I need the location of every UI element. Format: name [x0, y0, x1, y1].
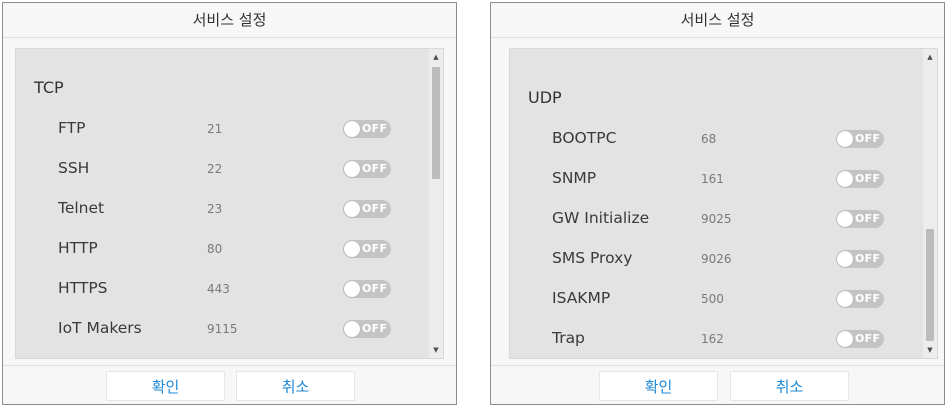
service-settings-dialog-udp: 서비스 설정 UDP BOOTPC 68 OFF SNMP 161 OFF GW… — [490, 2, 945, 405]
service-row-telnet: Telnet 23 OFF — [16, 197, 431, 221]
service-toggle-bootpc[interactable]: OFF — [836, 130, 884, 148]
toggle-state-label: OFF — [362, 122, 388, 135]
service-port: 9026 — [701, 252, 732, 266]
toggle-knob — [344, 121, 360, 137]
toggle-state-label: OFF — [855, 132, 881, 145]
toggle-knob — [344, 241, 360, 257]
toggle-state-label: OFF — [362, 322, 388, 335]
service-toggle-trap[interactable]: OFF — [836, 330, 884, 348]
service-row-isakmp: ISAKMP 500 OFF — [510, 287, 925, 311]
vertical-scrollbar[interactable]: ▲ ▼ — [923, 49, 937, 358]
service-port: 162 — [701, 332, 724, 346]
service-toggle-http[interactable]: OFF — [343, 240, 391, 258]
scroll-thumb[interactable] — [926, 229, 934, 341]
toggle-state-label: OFF — [362, 282, 388, 295]
service-toggle-sms-proxy[interactable]: OFF — [836, 250, 884, 268]
service-name: Telnet — [58, 199, 105, 217]
service-port: 443 — [207, 282, 230, 296]
service-list-panel[interactable]: UDP BOOTPC 68 OFF SNMP 161 OFF GW Initia… — [509, 48, 938, 359]
dialog-title: 서비스 설정 — [3, 3, 456, 38]
service-port: 68 — [701, 132, 717, 146]
service-name: FTP — [58, 119, 86, 137]
service-toggle-gw-initialize[interactable]: OFF — [836, 210, 884, 228]
service-name: SSH — [58, 159, 90, 177]
service-toggle-isakmp[interactable]: OFF — [836, 290, 884, 308]
group-title-tcp: TCP — [34, 78, 64, 97]
scroll-down-arrow-icon[interactable]: ▼ — [429, 343, 443, 357]
toggle-knob — [837, 291, 853, 307]
service-row-iot-makers: IoT Makers 9115 OFF — [16, 317, 431, 341]
toggle-state-label: OFF — [362, 242, 388, 255]
toggle-knob — [837, 211, 853, 227]
dialog-footer: 확인 취소 — [3, 365, 456, 406]
toggle-knob — [344, 321, 360, 337]
service-list-panel[interactable]: TCP FTP 21 OFF SSH 22 OFF Telnet 23 OFF … — [15, 48, 444, 359]
service-name: GW Initialize — [552, 209, 650, 227]
toggle-state-label: OFF — [362, 162, 388, 175]
service-port: 9115 — [207, 322, 238, 336]
toggle-knob — [344, 281, 360, 297]
service-name: HTTPS — [58, 279, 108, 297]
dialog-title: 서비스 설정 — [491, 3, 944, 38]
service-name: SMS Proxy — [552, 249, 633, 267]
confirm-button[interactable]: 확인 — [599, 371, 718, 401]
toggle-knob — [344, 161, 360, 177]
service-port: 80 — [207, 242, 223, 256]
service-row-bootpc: BOOTPC 68 OFF — [510, 127, 925, 151]
service-row-snmp: SNMP 161 OFF — [510, 167, 925, 191]
toggle-state-label: OFF — [855, 172, 881, 185]
service-settings-dialog-tcp: 서비스 설정 TCP FTP 21 OFF SSH 22 OFF Telnet … — [2, 2, 457, 405]
confirm-button[interactable]: 확인 — [106, 371, 225, 401]
service-port: 23 — [207, 202, 223, 216]
service-row-ssh: SSH 22 OFF — [16, 157, 431, 181]
scroll-down-arrow-icon[interactable]: ▼ — [923, 343, 937, 357]
toggle-state-label: OFF — [855, 252, 881, 265]
service-row-https: HTTPS 443 OFF — [16, 277, 431, 301]
scroll-up-arrow-icon[interactable]: ▲ — [923, 50, 937, 64]
cancel-button[interactable]: 취소 — [730, 371, 849, 401]
service-name: SNMP — [552, 169, 597, 187]
service-row-partial — [16, 355, 431, 359]
toggle-state-label: OFF — [855, 332, 881, 345]
service-port: 21 — [207, 122, 223, 136]
dialog-footer: 확인 취소 — [491, 365, 944, 406]
service-port: 22 — [207, 162, 223, 176]
scroll-thumb[interactable] — [432, 67, 440, 179]
service-name: IoT Makers — [58, 319, 142, 337]
service-name: HTTP — [58, 239, 98, 257]
screen: 서비스 설정 TCP FTP 21 OFF SSH 22 OFF Telnet … — [0, 0, 947, 408]
toggle-knob — [837, 131, 853, 147]
group-title-udp: UDP — [528, 88, 562, 107]
service-port: 500 — [701, 292, 724, 306]
service-row-trap: Trap 162 OFF — [510, 327, 925, 351]
service-row-ftp: FTP 21 OFF — [16, 117, 431, 141]
toggle-state-label: OFF — [855, 212, 881, 225]
vertical-scrollbar[interactable]: ▲ ▼ — [429, 49, 443, 358]
service-toggle-snmp[interactable]: OFF — [836, 170, 884, 188]
toggle-state-label: OFF — [362, 202, 388, 215]
toggle-state-label: OFF — [855, 292, 881, 305]
service-toggle-telnet[interactable]: OFF — [343, 200, 391, 218]
service-name: BOOTPC — [552, 129, 617, 147]
service-name: Trap — [552, 329, 585, 347]
toggle-knob — [344, 201, 360, 217]
service-row-sms-proxy: SMS Proxy 9026 OFF — [510, 247, 925, 271]
cancel-button[interactable]: 취소 — [236, 371, 355, 401]
service-toggle-ftp[interactable]: OFF — [343, 120, 391, 138]
toggle-knob — [837, 171, 853, 187]
service-toggle-partial[interactable] — [343, 358, 391, 359]
service-toggle-iot-makers[interactable]: OFF — [343, 320, 391, 338]
service-port: 9025 — [701, 212, 732, 226]
toggle-knob — [837, 331, 853, 347]
service-row-gw-initialize: GW Initialize 9025 OFF — [510, 207, 925, 231]
toggle-knob — [837, 251, 853, 267]
service-port: 161 — [701, 172, 724, 186]
service-name: ISAKMP — [552, 289, 611, 307]
service-row-http: HTTP 80 OFF — [16, 237, 431, 261]
scroll-up-arrow-icon[interactable]: ▲ — [429, 50, 443, 64]
service-toggle-ssh[interactable]: OFF — [343, 160, 391, 178]
service-toggle-https[interactable]: OFF — [343, 280, 391, 298]
